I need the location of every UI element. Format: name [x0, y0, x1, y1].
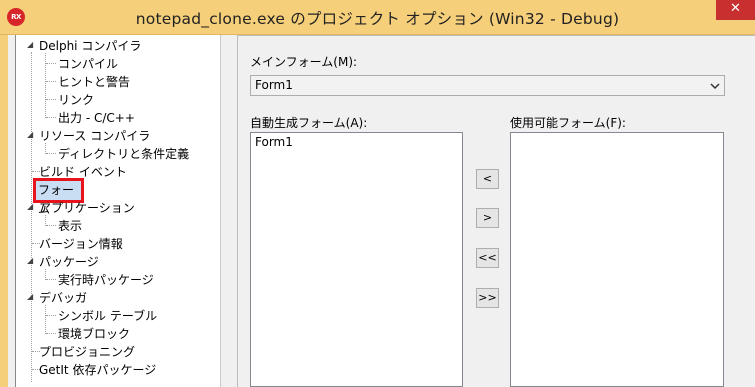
tree-item-provisioning[interactable]: プロビジョニング — [38, 343, 136, 361]
tree-guide-h — [46, 63, 56, 64]
tree-item-packages[interactable]: パッケージ — [38, 253, 100, 271]
tree-item-appearance[interactable]: 表示 — [57, 217, 83, 235]
tree-guide-h — [46, 279, 56, 280]
move-all-left-button[interactable]: << — [476, 248, 499, 268]
tree-item-delphi-compiler[interactable]: Delphi コンパイラ — [38, 37, 142, 55]
collapse-arrow-icon[interactable]: ◢ — [27, 203, 35, 211]
chevron-down-icon — [710, 83, 720, 90]
available-forms-list[interactable] — [510, 132, 724, 387]
tree-item-label: Delphi コンパイラ — [39, 39, 142, 53]
collapse-arrow-icon[interactable]: ◢ — [27, 131, 35, 139]
tree-item-environment-block[interactable]: 環境ブロック — [57, 325, 131, 343]
collapse-arrow-icon[interactable]: ◢ — [27, 293, 35, 301]
tree-item-label: 出力 - C/C++ — [58, 111, 135, 125]
title-bar: RX notepad_clone.exe のプロジェクト オプション (Win3… — [0, 0, 755, 35]
tree-guide-h — [46, 117, 56, 118]
tree-item-label: デバッガ — [39, 291, 88, 305]
available-forms-label: 使用可能フォーム(F): — [510, 116, 626, 130]
collapse-arrow-icon[interactable]: ◢ — [27, 41, 35, 49]
tree-guide-h — [46, 333, 56, 334]
tree-item-getit-dependencies[interactable]: GetIt 依存パッケージ — [38, 361, 157, 379]
main-form-select[interactable]: Form1 — [250, 75, 725, 96]
tree-item-label: コンパイル — [58, 57, 119, 71]
tree-item-debugger[interactable]: デバッガ — [38, 289, 88, 307]
tree-item-output-cpp[interactable]: 出力 - C/C++ — [57, 109, 136, 127]
auto-create-forms-label: 自動生成フォーム(A): — [250, 116, 368, 130]
tree-item-label: 表示 — [58, 219, 83, 233]
tree-item-link[interactable]: リンク — [57, 91, 95, 109]
tree-item-hints-warnings[interactable]: ヒントと警告 — [57, 73, 131, 91]
tree-item-directories-conditionals[interactable]: ディレクトリと条件定義 — [57, 145, 190, 163]
tree-item-application[interactable]: アプリケーション — [38, 199, 136, 217]
options-tree[interactable]: ◢ ◢ ◢ ◢ ◢ Delphi コンパイラ コンパイル ヒントと警告 リンク … — [15, 35, 221, 387]
move-left-button[interactable]: < — [476, 169, 499, 189]
move-all-right-button[interactable]: >> — [476, 288, 499, 308]
main-form-value: Form1 — [255, 78, 293, 92]
tree-item-symbol-tables[interactable]: シンボル テーブル — [57, 307, 158, 325]
tree-item-compile[interactable]: コンパイル — [57, 55, 119, 73]
move-right-button[interactable]: > — [476, 208, 499, 228]
tree-item-label: リンク — [58, 93, 95, 107]
tree-item-label: GetIt 依存パッケージ — [39, 363, 157, 377]
tree-guide-h — [46, 153, 56, 154]
main-form-label: メインフォーム(M): — [250, 55, 358, 69]
tree-guide-h — [46, 225, 56, 226]
tree-item-resource-compiler[interactable]: リソース コンパイラ — [38, 127, 151, 145]
tree-item-version-info[interactable]: バージョン情報 — [38, 235, 124, 253]
collapse-arrow-icon[interactable]: ◢ — [27, 257, 35, 265]
tree-item-label: ディレクトリと条件定義 — [58, 147, 190, 161]
tree-item-label: リソース コンパイラ — [39, 129, 151, 143]
tree-guide-h — [46, 81, 56, 82]
tree-guide-h — [46, 99, 56, 100]
window-title: notepad_clone.exe のプロジェクト オプション (Win32 -… — [135, 10, 620, 28]
tree-item-label: シンボル テーブル — [58, 309, 158, 323]
tree-guide-debugger — [45, 305, 46, 334]
tree-guide-h — [46, 315, 56, 316]
tree-item-label: アプリケーション — [39, 201, 135, 215]
close-button[interactable]: ✕ — [716, 0, 755, 20]
tree-item-label: 実行時パッケージ — [58, 273, 154, 287]
tree-item-label: バージョン情報 — [39, 237, 123, 251]
auto-create-forms-list[interactable]: Form1 — [250, 132, 463, 387]
tree-item-label: ビルド イベント — [39, 165, 127, 179]
tree-item-label: ヒントと警告 — [58, 75, 131, 89]
list-item[interactable]: Form1 — [255, 135, 293, 149]
window-frame-left — [0, 35, 8, 387]
tree-item-runtime-packages[interactable]: 実行時パッケージ — [57, 271, 155, 289]
tree-guide-root — [31, 52, 32, 382]
tree-item-label: パッケージ — [39, 255, 99, 269]
tree-item-label: プロビジョニング — [39, 345, 136, 359]
tree-item-label: 環境ブロック — [58, 327, 131, 341]
